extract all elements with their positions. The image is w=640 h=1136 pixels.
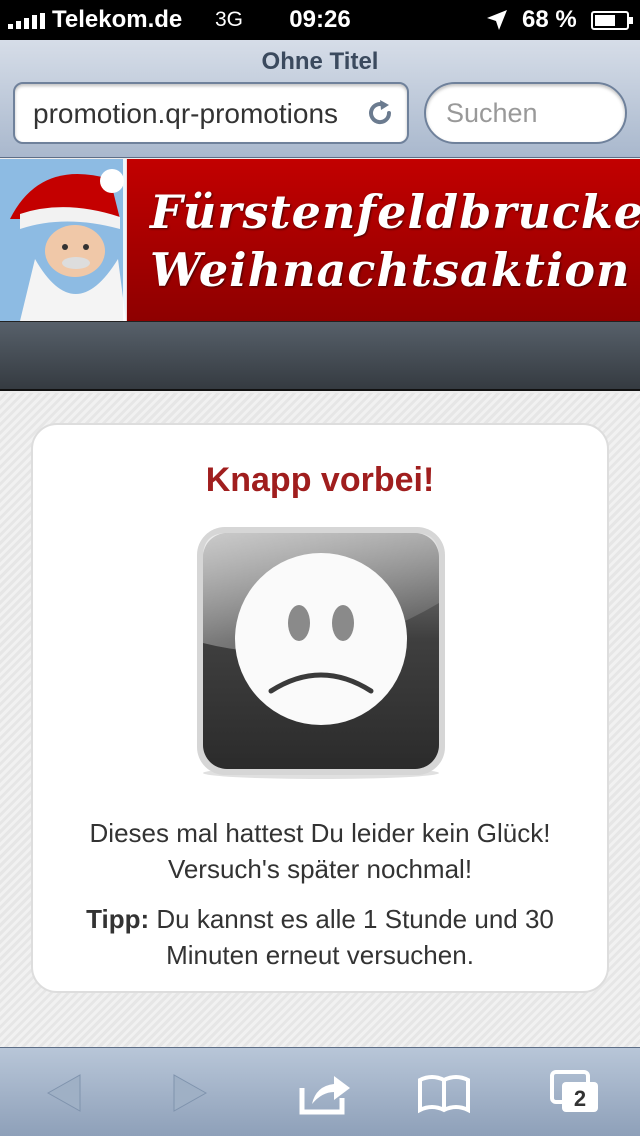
tab-count: 2 [573, 1086, 587, 1111]
result-card: Knapp vorbei! Dieses mal hattest Du leid… [31, 423, 609, 993]
bookmarks-icon[interactable] [414, 1068, 474, 1118]
search-input[interactable]: Suchen [424, 82, 627, 144]
location-arrow-icon [487, 10, 507, 30]
banner-divider [123, 159, 127, 321]
result-message: Dieses mal hattest Du leider kein Glück!… [89, 818, 551, 884]
santa-claus-image [0, 159, 126, 321]
promo-banner: Fürstenfeldbrucker Weihnachtsaktion [0, 159, 640, 321]
url-text[interactable]: promotion.qr-promotions [33, 98, 353, 130]
banner-title-line-2: Weihnachtsaktion [150, 243, 631, 297]
result-heading: Knapp vorbei! [205, 461, 435, 499]
banner-title-line-1: Fürstenfeldbrucker [150, 185, 640, 239]
battery-icon [591, 11, 633, 30]
tip-label: Tipp: [86, 904, 150, 934]
reload-icon[interactable] [365, 98, 395, 128]
tip-text: Tipp: Du kannst es alle 1 Stunde und 30 … [53, 901, 587, 973]
back-arrow-icon[interactable] [34, 1068, 94, 1118]
navigation-band [0, 321, 640, 391]
browser-bottom-toolbar: 2 [0, 1047, 640, 1136]
sad-face-icon [197, 527, 445, 779]
page-title: Ohne Titel [261, 48, 379, 75]
battery-percentage: 68 % [522, 6, 577, 33]
address-bar[interactable]: promotion.qr-promotions [13, 82, 409, 144]
tip-body: Du kannst es alle 1 Stunde und 30 Minute… [156, 904, 554, 970]
browser-toolbar: Ohne Titel promotion.qr-promotions Suche… [0, 40, 640, 158]
share-icon[interactable] [294, 1068, 354, 1118]
forward-arrow-icon[interactable] [160, 1068, 220, 1118]
status-bar: Telekom.de 3G 09:26 68 % [0, 0, 640, 40]
